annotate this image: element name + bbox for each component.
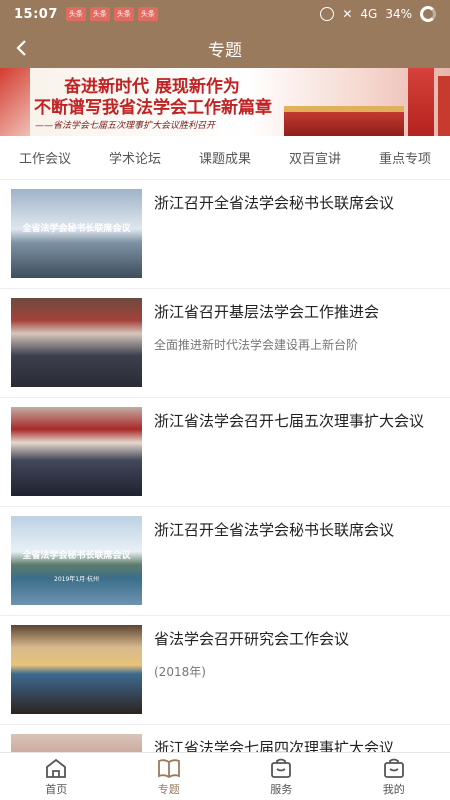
notification-badge: 头条 [113,7,134,21]
tab-academic-forum[interactable]: 学术论坛 [109,148,161,167]
item-info: 浙江召开全省法学会秘书长联席会议 [154,189,394,288]
item-title: 省法学会召开研究会工作会议 [154,630,350,648]
network-label: 4G [360,7,378,21]
list-item[interactable]: 浙江省召开基层法学会工作推进会 全面推进新时代法学会建设再上新台阶 [0,289,450,398]
chevron-left-icon [16,40,26,56]
pillar-decoration [438,76,450,136]
back-button[interactable] [8,34,34,62]
bag-icon [271,758,292,778]
mute-icon: ✕ [342,7,353,21]
alarm-icon [320,7,335,21]
item-info: 浙江召开全省法学会秘书长联席会议 [154,516,394,615]
status-time: 15:07 [14,6,58,22]
status-bar: 15:07 头条 头条 头条 头条 ✕ 4G 34% [0,0,450,28]
nav-service-label: 服务 [270,782,293,796]
banner-line-2: 不断谱写我省法学会工作新篇章 [34,98,272,118]
pillar-decoration [408,68,434,136]
thumbnail [11,407,142,496]
item-info: 浙江省法学会召开七届五次理事扩大会议 [154,407,424,506]
item-title: 浙江省法学会召开七届五次理事扩大会议 [154,412,425,430]
notification-badges: 头条 头条 头条 头条 [65,7,158,21]
nav-topics-label: 专题 [157,782,180,796]
item-info: 省法学会召开研究会工作会议 (2018年) [154,625,349,724]
thumbnail: 全省法学会秘书长联席会议 [11,189,142,278]
nav-home-label: 首页 [45,782,68,796]
thumbnail [11,298,142,387]
list-item[interactable]: 省法学会召开研究会工作会议 (2018年) [0,616,450,725]
item-title: 浙江召开全省法学会秘书长联席会议 [154,194,395,212]
item-subtitle: (2018年) [154,665,206,679]
nav-profile-label: 我的 [382,782,405,796]
banner[interactable]: 奋进新时代 展现新作为 不断谱写我省法学会工作新篇章 ——省法学会七届五次理事扩… [0,68,450,136]
header: 专题 [0,28,450,68]
battery-level: 34% [385,7,412,21]
banner-line-3: ——省法学会七届五次理事扩大会议胜利召开 [35,121,216,131]
item-subtitle: 全面推进新时代法学会建设再上新台阶 [154,338,359,352]
notification-badge: 头条 [89,7,110,21]
nav-topics[interactable]: 专题 [139,757,199,797]
nav-home[interactable]: 首页 [26,757,86,797]
gate-decoration [284,106,404,136]
tab-key-projects[interactable]: 重点专项 [379,148,431,167]
article-list: 全省法学会秘书长联席会议 浙江召开全省法学会秘书长联席会议 浙江省召开基层法学会… [0,180,450,756]
list-item[interactable]: 浙江省法学会召开七届五次理事扩大会议 [0,398,450,507]
battery-icon [420,6,436,22]
thumbnail [11,625,142,714]
thumbnail-subcaption: 2019年1月·杭州 [54,576,99,583]
bag-icon [383,758,404,778]
nav-service[interactable]: 服务 [251,757,311,797]
list-item[interactable]: 全省法学会秘书长联席会议 浙江召开全省法学会秘书长联席会议 [0,180,450,289]
home-icon [46,758,67,778]
list-item[interactable]: 全省法学会秘书长联席会议 2019年1月·杭州 浙江召开全省法学会秘书长联席会议 [0,507,450,616]
thumbnail-caption: 全省法学会秘书长联席会议 [22,224,131,234]
book-icon [157,758,180,778]
item-info: 浙江省召开基层法学会工作推进会 全面推进新时代法学会建设再上新台阶 [154,298,379,397]
page: 15:07 头条 头条 头条 头条 ✕ 4G 34% 专题 奋进新时代 展现新作… [0,0,450,800]
flag-decoration [0,68,30,136]
bottom-nav: 首页 专题 服务 我的 [0,752,450,800]
notification-badge: 头条 [65,7,86,21]
item-title: 浙江召开全省法学会秘书长联席会议 [154,521,395,539]
page-title: 专题 [208,40,242,61]
tab-lectures[interactable]: 双百宣讲 [289,148,341,167]
thumbnail: 全省法学会秘书长联席会议 2019年1月·杭州 [11,516,142,605]
tab-research-results[interactable]: 课题成果 [199,148,251,167]
tab-work-meetings[interactable]: 工作会议 [19,148,71,167]
nav-profile[interactable]: 我的 [364,757,424,797]
category-tabs: 工作会议 学术论坛 课题成果 双百宣讲 重点专项 [0,136,450,180]
item-title: 浙江省召开基层法学会工作推进会 [154,303,380,321]
status-icons: ✕ 4G 34% [320,6,436,22]
thumbnail-caption: 全省法学会秘书长联席会议 [22,551,131,561]
notification-badge: 头条 [137,7,158,21]
